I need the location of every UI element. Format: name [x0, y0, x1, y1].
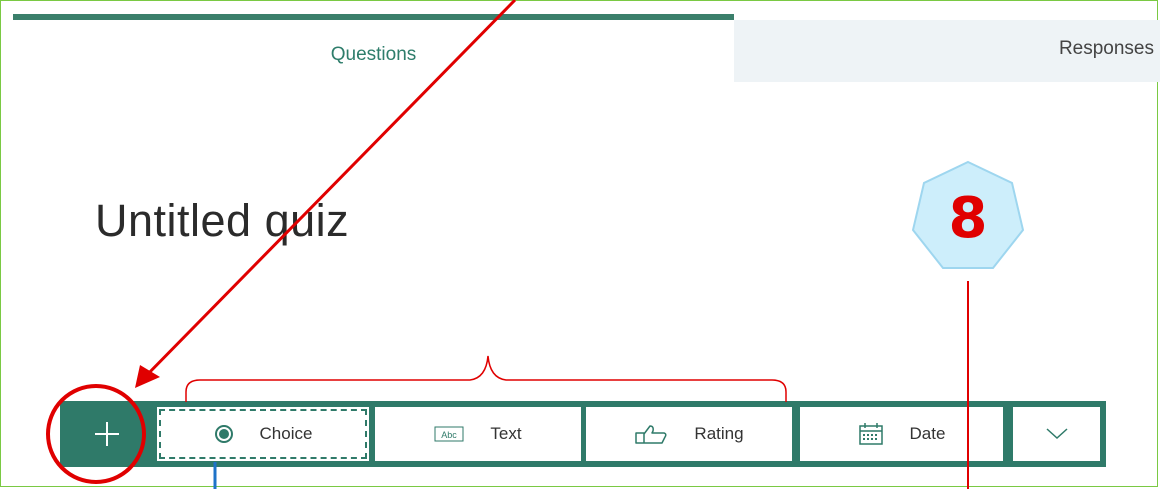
step-number: 8: [948, 186, 988, 251]
date-button[interactable]: Date: [800, 407, 1003, 461]
radio-icon: [214, 425, 233, 443]
more-question-types-button[interactable]: [1013, 407, 1100, 461]
plus-icon: [94, 422, 119, 446]
text-label: Text: [490, 424, 522, 443]
add-question-button[interactable]: [60, 401, 153, 467]
calendar-icon: [858, 423, 883, 445]
chevron-down-icon: [1045, 428, 1068, 440]
choice-button[interactable]: Choice: [157, 407, 369, 461]
choice-label: Choice: [259, 424, 313, 443]
text-field-icon: Abc: [434, 426, 464, 442]
text-button[interactable]: Abc Text: [375, 407, 581, 461]
question-type-toolbar: Choice Abc Text Rating Date: [60, 401, 1106, 467]
tab-bar: Questions Responses: [3, 14, 1160, 82]
quiz-title[interactable]: Untitled quiz: [95, 195, 349, 247]
rating-label: Rating: [694, 424, 744, 443]
tab-responses[interactable]: Responses: [734, 20, 1160, 82]
date-label: Date: [909, 424, 946, 443]
text-icon-label: Abc: [442, 430, 458, 440]
rating-button[interactable]: Rating: [586, 407, 792, 461]
tab-questions[interactable]: Questions: [13, 14, 734, 82]
thumbs-up-icon: [635, 425, 667, 444]
